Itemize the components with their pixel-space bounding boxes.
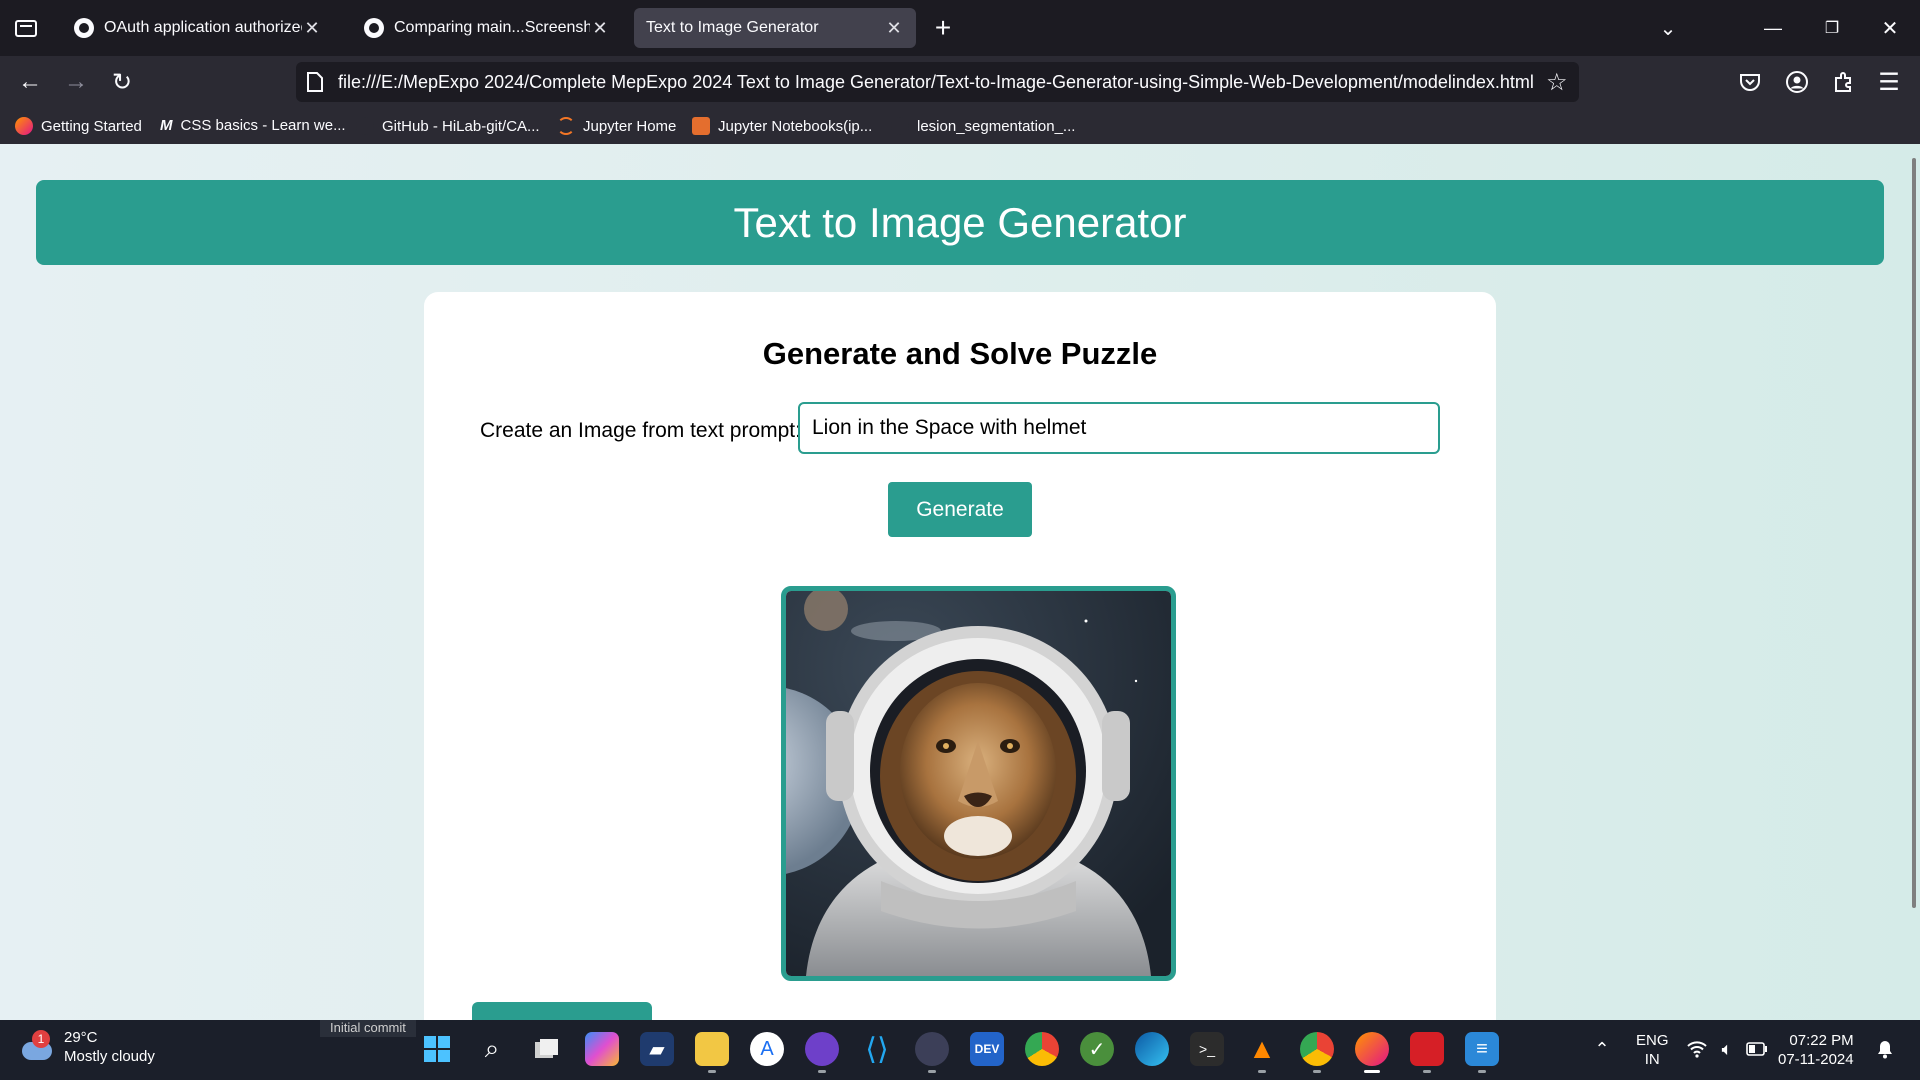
star-icon[interactable]: ☆ bbox=[1546, 68, 1568, 97]
github-icon bbox=[74, 18, 94, 38]
minimize-icon[interactable]: — bbox=[1755, 10, 1791, 46]
bookmarks-bar: Getting Started M CSS basics - Learn we.… bbox=[0, 108, 1920, 144]
system-clock[interactable]: 07:22 PM 07-11-2024 bbox=[1778, 1031, 1854, 1069]
prompt-label: Create an Image from text prompt: bbox=[480, 419, 801, 442]
chevron-down-icon[interactable]: ⌄ bbox=[1650, 10, 1686, 46]
url-bar[interactable]: file:///E:/MepExpo 2024/Complete MepExpo… bbox=[296, 62, 1579, 102]
window-close-icon[interactable]: ✕ bbox=[1872, 10, 1908, 46]
bookmark-item[interactable]: Jupyter Home bbox=[557, 117, 676, 135]
bookmark-label: Getting Started bbox=[41, 117, 142, 135]
jupyter-icon bbox=[557, 117, 575, 135]
todo-icon[interactable]: ✓ bbox=[1080, 1032, 1114, 1066]
clock-time: 07:22 PM bbox=[1789, 1032, 1854, 1049]
dev-home-icon[interactable]: DEV bbox=[970, 1032, 1004, 1066]
edge-icon[interactable] bbox=[1135, 1032, 1169, 1066]
bookmark-label: Jupyter Home bbox=[583, 117, 677, 135]
eclipse-icon[interactable] bbox=[915, 1032, 949, 1073]
page-header: Text to Image Generator bbox=[36, 180, 1884, 265]
tab-bar: OAuth application authorized ✕ Comparing… bbox=[0, 0, 1920, 56]
generate-button[interactable]: Generate bbox=[888, 482, 1032, 537]
extensions-icon[interactable] bbox=[1825, 64, 1861, 100]
windows-start-icon[interactable] bbox=[420, 1032, 454, 1066]
bookmark-label: CSS basics - Learn we... bbox=[180, 117, 346, 134]
firefox-icon bbox=[15, 117, 33, 135]
mdn-icon: M bbox=[160, 117, 173, 134]
github-desktop-icon[interactable] bbox=[805, 1032, 839, 1073]
reload-icon[interactable]: ↻ bbox=[104, 64, 140, 100]
firefox-icon[interactable] bbox=[1355, 1032, 1389, 1073]
wifi-icon[interactable] bbox=[1680, 1032, 1714, 1066]
language-code: ENG bbox=[1636, 1032, 1669, 1049]
acrobat-icon[interactable] bbox=[1410, 1032, 1444, 1073]
vlc-icon[interactable]: ▲ bbox=[1245, 1032, 1279, 1073]
chevron-up-icon[interactable]: ⌃ bbox=[1585, 1032, 1619, 1066]
region-code: IN bbox=[1644, 1051, 1660, 1068]
file-explorer-icon[interactable] bbox=[695, 1032, 729, 1073]
search-icon[interactable]: ⌕ bbox=[475, 1032, 509, 1066]
volume-icon[interactable]: 🔈︎ bbox=[1710, 1032, 1744, 1066]
notification-bell-icon[interactable] bbox=[1868, 1032, 1902, 1066]
bookmark-item[interactable]: Jupyter Notebooks(ip... bbox=[692, 117, 872, 135]
page-content: Text to Image Generator Generate and Sol… bbox=[0, 144, 1920, 1020]
tab-comparing[interactable]: Comparing main...Screenshot-o ✕ bbox=[352, 8, 622, 48]
chrome-profile-icon[interactable] bbox=[1300, 1032, 1334, 1073]
bookmark-item[interactable]: M CSS basics - Learn we... bbox=[160, 117, 346, 134]
pocket-icon[interactable] bbox=[1732, 64, 1768, 100]
tab-overview-icon[interactable] bbox=[8, 10, 44, 46]
close-icon[interactable]: ✕ bbox=[884, 18, 904, 39]
app-store-icon[interactable]: A bbox=[750, 1032, 784, 1066]
restore-icon[interactable]: ❐ bbox=[1814, 10, 1850, 46]
copilot-icon[interactable] bbox=[585, 1032, 619, 1066]
bookmark-label: Jupyter Notebooks(ip... bbox=[718, 117, 873, 135]
bookmark-label: GitHub - HiLab-git/CA... bbox=[382, 117, 540, 135]
bookmark-item[interactable]: Getting Started bbox=[15, 117, 142, 135]
clock-date: 07-11-2024 bbox=[1778, 1051, 1854, 1068]
close-icon[interactable]: ✕ bbox=[302, 18, 322, 39]
bookmark-item[interactable]: GitHub - HiLab-git/CA... bbox=[356, 117, 540, 135]
generator-card: Generate and Solve Puzzle Create an Imag… bbox=[424, 292, 1496, 1020]
task-view-icon[interactable] bbox=[530, 1032, 564, 1066]
notification-badge: 1 bbox=[32, 1030, 50, 1048]
prompt-input[interactable] bbox=[798, 402, 1440, 454]
card-title: Generate and Solve Puzzle bbox=[762, 336, 1158, 371]
page-scrollbar[interactable] bbox=[1912, 158, 1916, 908]
secondary-button[interactable] bbox=[472, 1002, 652, 1020]
battery-icon[interactable] bbox=[1740, 1032, 1774, 1066]
close-icon[interactable]: ✕ bbox=[590, 18, 610, 39]
generated-image bbox=[781, 586, 1176, 981]
new-tab-button[interactable]: + bbox=[925, 10, 961, 46]
page-icon bbox=[891, 117, 909, 135]
weather-widget[interactable]: 1 29°C Mostly cloudy bbox=[20, 1028, 155, 1066]
lion-astronaut-image bbox=[786, 591, 1171, 976]
temperature: 29°C bbox=[64, 1029, 98, 1046]
forward-arrow-icon[interactable]: → bbox=[58, 64, 94, 100]
menu-icon[interactable]: ☰ bbox=[1871, 64, 1907, 100]
notepad-icon[interactable]: ≡ bbox=[1465, 1032, 1499, 1073]
notes-app-icon[interactable]: ▰ bbox=[640, 1032, 674, 1066]
notebook-icon bbox=[692, 117, 710, 135]
taskbar: 1 29°C Mostly cloudy Initial commit ⌕ ▰ … bbox=[0, 1020, 1920, 1080]
page-icon bbox=[306, 71, 324, 98]
language-indicator[interactable]: ENG IN bbox=[1636, 1031, 1669, 1069]
weather-cloud-icon: 1 bbox=[20, 1030, 54, 1064]
tab-text-to-image[interactable]: Text to Image Generator ✕ bbox=[634, 8, 916, 48]
weather-condition: Mostly cloudy bbox=[64, 1048, 155, 1065]
vscode-icon[interactable]: ⟨⟩ bbox=[860, 1032, 894, 1066]
tab-title: Text to Image Generator bbox=[646, 19, 819, 36]
tab-title: Comparing main...Screenshot-o bbox=[394, 19, 590, 36]
github-icon bbox=[364, 18, 384, 38]
tab-oauth[interactable]: OAuth application authorized ✕ bbox=[62, 8, 334, 48]
github-icon bbox=[356, 117, 374, 135]
account-icon[interactable] bbox=[1779, 64, 1815, 100]
url-text: file:///E:/MepExpo 2024/Complete MepExpo… bbox=[338, 72, 1533, 92]
chrome-icon[interactable] bbox=[1025, 1032, 1059, 1066]
back-arrow-icon[interactable]: ← bbox=[12, 64, 48, 100]
bookmark-item[interactable]: lesion_segmentation_... bbox=[891, 117, 1075, 135]
bookmark-label: lesion_segmentation_... bbox=[917, 117, 1076, 135]
commit-tooltip: Initial commit bbox=[320, 1020, 416, 1037]
terminal-icon[interactable]: >_ bbox=[1190, 1032, 1224, 1066]
tab-title: OAuth application authorized bbox=[104, 19, 302, 36]
